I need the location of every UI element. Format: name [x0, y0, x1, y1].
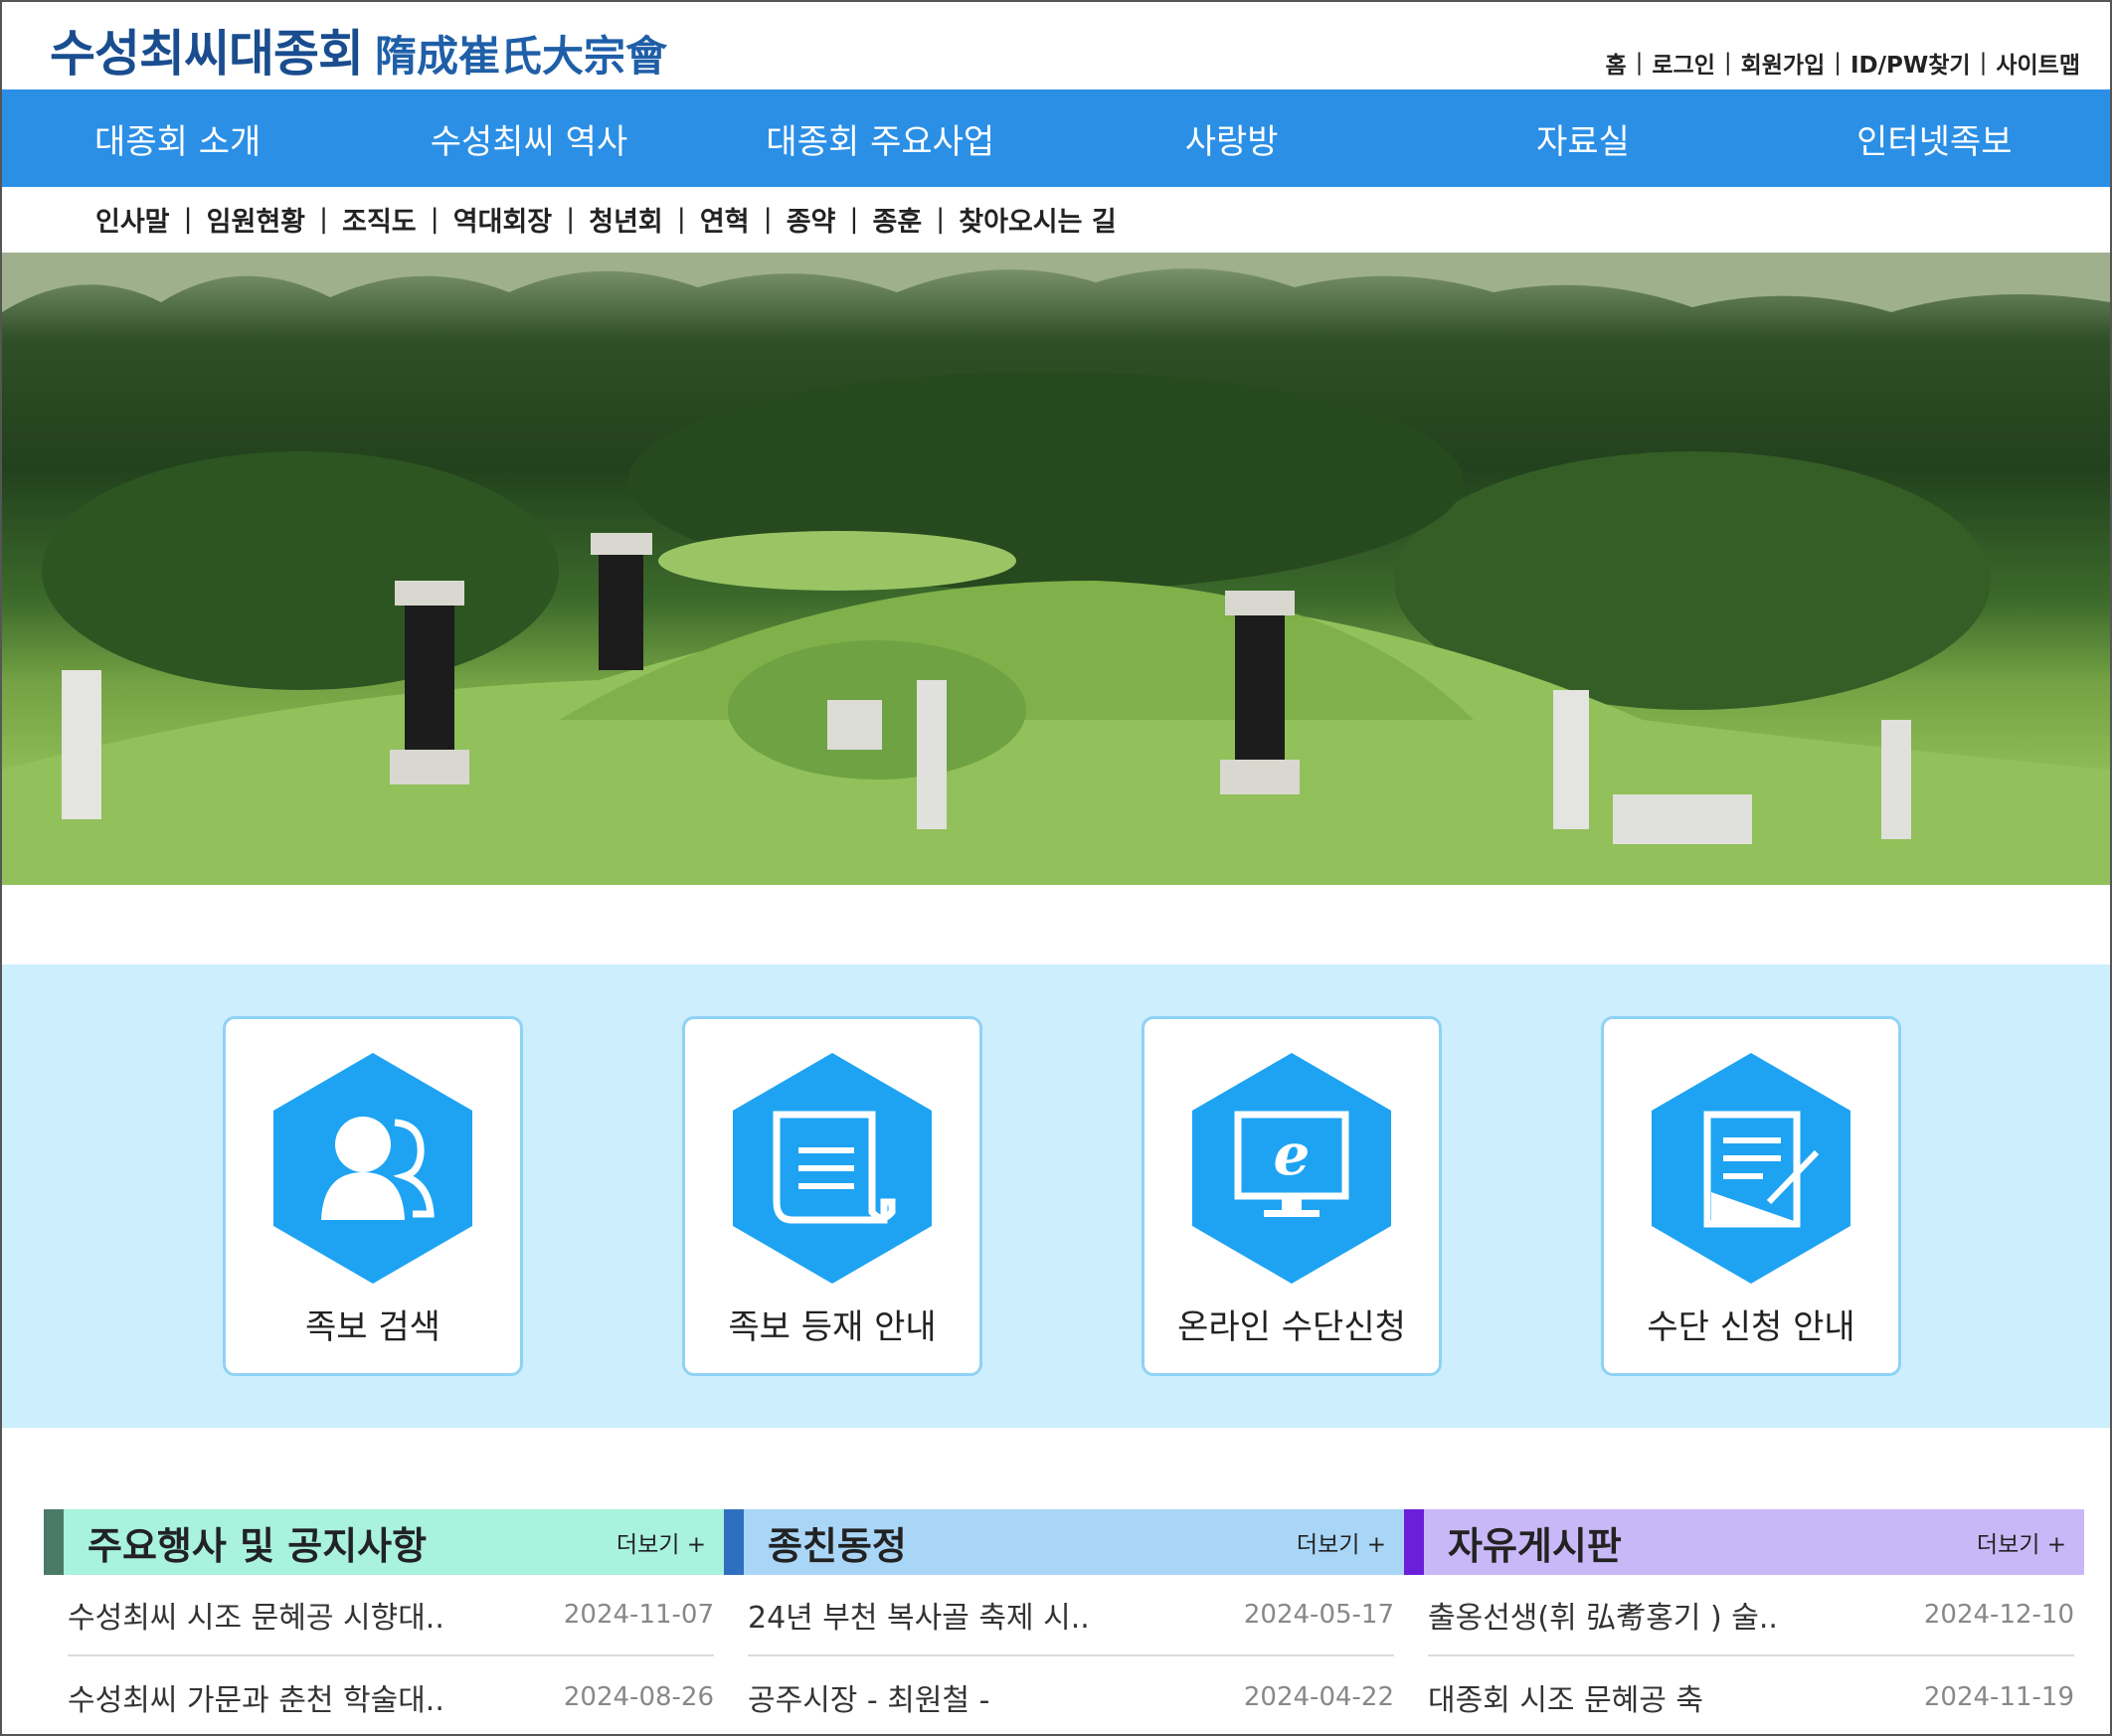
util-sitemap-link[interactable]: 사이트맵	[1996, 46, 2080, 80]
board-title: 주요행사 및 공지사항	[88, 1523, 428, 1568]
quick-genealogy-registration[interactable]: 족보 등재 안내	[682, 1016, 982, 1376]
post-date: 2024-11-07	[563, 1600, 714, 1630]
board-more-link[interactable]: 더보기 +	[1297, 1525, 1386, 1559]
board-row[interactable]: 수성최씨 가문과 춘천 학술대.. 2024-08-26	[68, 1656, 714, 1736]
post-date: 2024-04-22	[1243, 1682, 1394, 1712]
quick-apply-guide[interactable]: 수단 신청 안내	[1601, 1016, 1901, 1376]
board-clan-news-header: 종친동정 더보기 +	[724, 1509, 1404, 1575]
computer-ie-icon: e	[1192, 1053, 1391, 1284]
board-title: 종친동정	[768, 1523, 907, 1568]
post-date: 2024-12-10	[1923, 1600, 2074, 1630]
board-row[interactable]: 수성최씨 시조 문혜공 시향대.. 2024-11-07	[68, 1575, 714, 1656]
quick-genealogy-search[interactable]: 족보 검색	[223, 1016, 523, 1376]
board-title: 자유게시판	[1448, 1523, 1622, 1568]
post-title: 출옹선생(휘 弘耉홍기 ) 술..	[1428, 1601, 1778, 1636]
hero-slideshow[interactable]	[2, 253, 2110, 885]
hero-image-tomb	[2, 253, 2110, 885]
nav-lounge[interactable]: 사랑방	[1056, 89, 1407, 187]
subnav-timeline[interactable]: 연혁	[700, 200, 750, 239]
document-edit-icon	[1652, 1053, 1850, 1284]
utility-links: 홈 | 로그인 | 회원가입 | ID/PW찾기 | 사이트맵	[1605, 46, 2080, 80]
svg-text:e: e	[1274, 1121, 1311, 1188]
nav-history[interactable]: 수성최씨 역사	[353, 89, 704, 187]
quick-online-apply[interactable]: e 온라인 수단신청	[1142, 1016, 1442, 1376]
subnav-organization[interactable]: 조직도	[342, 200, 417, 239]
nav-archive[interactable]: 자료실	[1407, 89, 1758, 187]
sub-nav: 인사말 | 임원현황 | 조직도 | 역대회장 | 청년회 | 연혁 | 종약 | 종훈 | 찾…	[95, 199, 1117, 239]
post-title: 24년 부천 복사골 축제 시..	[748, 1601, 1090, 1636]
logo-korean: 수성최씨대종회	[50, 25, 364, 83]
subnav-directions[interactable]: 찾아오시는 길	[959, 200, 1116, 239]
scroll-icon	[733, 1053, 932, 1284]
nav-about[interactable]: 대종회 소개	[2, 89, 353, 187]
board-row[interactable]: 공주시장 - 최원철 - 2024-04-22	[748, 1656, 1394, 1736]
board-free-header: 자유게시판 더보기 +	[1404, 1509, 2084, 1575]
nav-projects[interactable]: 대종회 주요사업	[705, 89, 1056, 187]
board-row[interactable]: 출옹선생(휘 弘耉홍기 ) 술.. 2024-12-10	[1428, 1575, 2074, 1656]
post-title: 수성최씨 가문과 춘천 학술대..	[68, 1683, 444, 1718]
post-title: 대종회 시조 문혜공 축	[1428, 1683, 1704, 1718]
board-notices: 주요행사 및 공지사항 더보기 + 수성최씨 시조 문혜공 시향대.. 2024…	[44, 1509, 724, 1736]
site-header: 수성최씨대종회 隋成崔氏大宗會 홈 | 로그인 | 회원가입 | ID/PW찾기 | 사…	[0, 0, 2112, 89]
subnav-youth[interactable]: 청년회	[589, 200, 663, 239]
board-row[interactable]: 대종회 시조 문혜공 축 2024-11-19	[1428, 1656, 2074, 1736]
post-date: 2024-05-17	[1243, 1600, 1394, 1630]
util-login-link[interactable]: 로그인	[1652, 46, 1714, 80]
quick-label: 족보 등재 안내	[728, 1307, 937, 1347]
board-free: 자유게시판 더보기 + 출옹선생(휘 弘耉홍기 ) 술.. 2024-12-10…	[1404, 1509, 2084, 1736]
subnav-family-precepts[interactable]: 종훈	[872, 200, 922, 239]
util-find-idpw-link[interactable]: ID/PW찾기	[1850, 46, 1971, 80]
main-nav: 대종회 소개 수성최씨 역사 대종회 주요사업 사랑방 자료실 인터넷족보	[2, 89, 2110, 187]
util-home-link[interactable]: 홈	[1605, 46, 1626, 80]
board-notices-header: 주요행사 및 공지사항 더보기 +	[44, 1509, 724, 1575]
subnav-officers[interactable]: 임원현황	[207, 200, 305, 239]
quick-menu: 족보 검색 족보 등재 안내 e 온라인 수단신청 수단 신청 안내	[2, 964, 2110, 1428]
post-title: 수성최씨 시조 문혜공 시향대..	[68, 1601, 444, 1636]
util-join-link[interactable]: 회원가입	[1741, 46, 1826, 80]
post-date: 2024-08-26	[563, 1682, 714, 1712]
subnav-past-presidents[interactable]: 역대회장	[453, 200, 552, 239]
post-date: 2024-11-19	[1923, 1682, 2074, 1712]
logo-hanja: 隋成崔氏大宗會	[375, 32, 668, 81]
quick-label: 수단 신청 안내	[1647, 1307, 1855, 1347]
board-clan-news: 종친동정 더보기 + 24년 부천 복사골 축제 시.. 2024-05-17 …	[724, 1509, 1404, 1736]
board-more-link[interactable]: 더보기 +	[1977, 1525, 2066, 1559]
site-logo[interactable]: 수성최씨대종회 隋成崔氏大宗會	[50, 14, 667, 86]
people-icon	[273, 1053, 472, 1284]
quick-label: 족보 검색	[305, 1307, 440, 1347]
quick-label: 온라인 수단신청	[1177, 1307, 1406, 1347]
board-more-link[interactable]: 더보기 +	[616, 1525, 706, 1559]
subnav-bylaws[interactable]: 종약	[787, 200, 836, 239]
board-row[interactable]: 24년 부천 복사골 축제 시.. 2024-05-17	[748, 1575, 1394, 1656]
post-title: 공주시장 - 최원철 -	[748, 1683, 990, 1718]
subnav-greeting[interactable]: 인사말	[95, 200, 170, 239]
nav-online-genealogy[interactable]: 인터넷족보	[1759, 89, 2110, 187]
